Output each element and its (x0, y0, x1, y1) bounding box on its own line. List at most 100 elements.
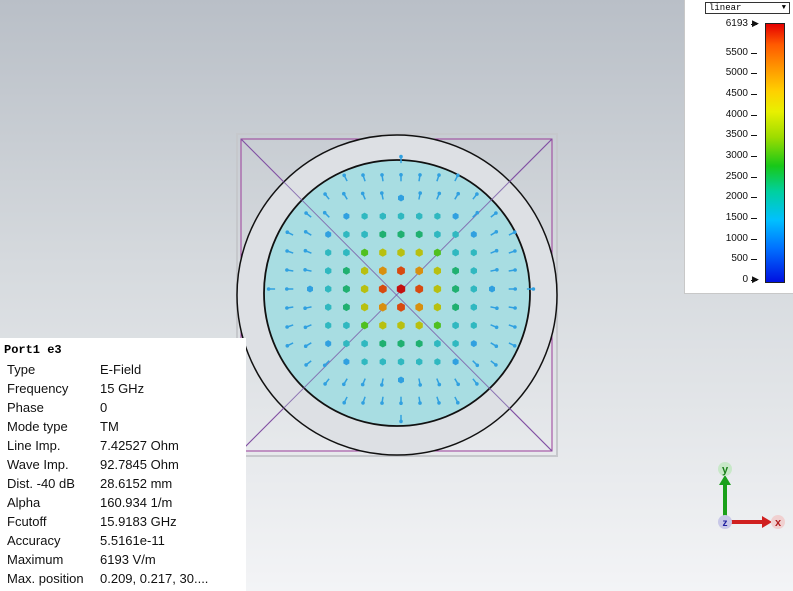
field-arrow-head (494, 230, 499, 234)
dropdown-arrow-icon: ▼ (781, 4, 786, 12)
field-arrow-head (513, 268, 517, 272)
colorbar-tick-mark (751, 176, 757, 178)
field-arrow-head (285, 230, 290, 234)
field-arrow-head (285, 306, 289, 310)
port-info-panel: Port1 e3 Type E-Field Frequency 15 GHz Phase… (0, 338, 246, 591)
field-arrow-head (399, 419, 403, 424)
info-value: 5.5161e-11 (100, 533, 165, 548)
field-arrow-head (285, 268, 289, 272)
info-title: Port1 e3 (4, 343, 62, 357)
field-arrow-head (380, 173, 384, 177)
colorbar-gradient (765, 23, 785, 283)
colorbar-legend: linear ▼ (684, 0, 793, 294)
info-value: E-Field (100, 362, 142, 377)
field-arrow-head (437, 382, 442, 387)
colorbar-tick-label: 500 (731, 253, 748, 265)
field-arrow-head (303, 230, 308, 234)
field-arrow-head (380, 383, 384, 387)
field-arrow-head (475, 363, 480, 368)
field-arrow-head (303, 306, 307, 311)
field-arrow-head (399, 154, 403, 159)
field-arrow-head (512, 230, 517, 234)
field-arrow-head (418, 191, 423, 195)
field-arrow-head (323, 382, 327, 386)
field-arrow-head (361, 173, 365, 177)
field-arrow-head (494, 248, 499, 253)
field-arrow-head (475, 382, 479, 386)
info-value: 0 (100, 400, 108, 415)
field-arrow-head (399, 401, 403, 406)
field-arrow-head (303, 325, 308, 330)
field-arrow-head (342, 400, 347, 405)
field-arrow-head (266, 287, 271, 291)
scale-type-dropdown[interactable]: linear ▼ (705, 2, 790, 14)
info-value: 6193 V/m (100, 552, 156, 567)
info-key: Alpha (7, 495, 41, 510)
colorbar-tick-mark (751, 135, 757, 137)
field-arrow-head (494, 344, 499, 349)
info-key: Fcutoff (7, 514, 47, 529)
colorbar-tick-mark (751, 93, 757, 95)
field-arrow-head (456, 400, 460, 405)
info-value: 0.209, 0.217, 30.... (100, 571, 209, 586)
info-value: TM (100, 419, 119, 434)
field-arrow-head (531, 287, 536, 291)
field-arrow-head (475, 192, 479, 196)
colorbar-tick-label: 4500 (725, 87, 748, 99)
axes-triad[interactable]: y z x (718, 462, 785, 529)
field-arrow-head (285, 325, 289, 329)
field-arrow-head (513, 306, 517, 310)
field-arrow-head (513, 325, 517, 329)
scale-type-value: linear (709, 3, 742, 13)
info-key: Accuracy (7, 533, 61, 548)
colorbar-tick-label: 1500 (725, 211, 748, 223)
info-key: Mode type (7, 419, 68, 434)
colorbar-tick-mark (751, 238, 757, 240)
field-arrow-head (399, 173, 403, 177)
field-arrow-head (418, 383, 423, 387)
field-arrow-head (418, 401, 422, 405)
colorbar-tick-label: 5000 (725, 67, 748, 79)
colorbar-tick-mark (751, 73, 757, 75)
colorbar-tick-label: 2000 (725, 191, 748, 203)
field-arrow-head (303, 344, 308, 349)
x-axis-label: x (775, 517, 782, 529)
colorbar-tick-label: 3500 (725, 129, 748, 141)
info-value: 160.934 1/m (100, 495, 173, 510)
field-arrow-head (437, 191, 442, 196)
field-arrow-head (513, 249, 517, 253)
colorbar-tick-mark (751, 114, 757, 116)
field-arrow-head (342, 191, 346, 196)
colorbar-tick-mark (751, 259, 757, 261)
field-arrow-head (322, 210, 327, 215)
colorbar-tick-label: 2500 (725, 170, 748, 182)
field-arrow-head (285, 249, 289, 253)
field-arrow-head (304, 211, 308, 215)
colorbar-tick-label: 0 (742, 274, 748, 285)
field-arrow-head (342, 173, 347, 178)
x-axis-arrowhead (762, 516, 772, 528)
field-arrow-head (512, 344, 517, 348)
field-arrow-head (380, 401, 384, 405)
info-key: Dist. -40 dB (7, 476, 75, 491)
info-value: 92.7845 Ohm (100, 457, 179, 472)
field-arrow-head (323, 192, 327, 196)
info-key: Frequency (7, 381, 69, 396)
info-key: Type (7, 362, 36, 377)
info-key: Maximum (7, 552, 64, 567)
field-arrow-head (437, 173, 441, 177)
info-key: Phase (7, 400, 44, 415)
colorbar-tick-mark (751, 155, 757, 157)
colorbar-tick-label: 3000 (725, 149, 748, 161)
field-arrow-head (456, 382, 461, 387)
field-arrow-head (285, 344, 290, 348)
colorbar-tick-mark (751, 52, 757, 54)
field-arrow-head (456, 173, 460, 178)
info-value: 28.6152 mm (100, 476, 173, 491)
info-key: Line Imp. (7, 438, 61, 453)
field-arrow-head (304, 363, 308, 367)
field-arrow-head (494, 325, 499, 330)
field-arrow-head (303, 268, 307, 272)
colorbar-tick-label: 5500 (725, 46, 748, 58)
field-arrow-head (342, 382, 346, 387)
